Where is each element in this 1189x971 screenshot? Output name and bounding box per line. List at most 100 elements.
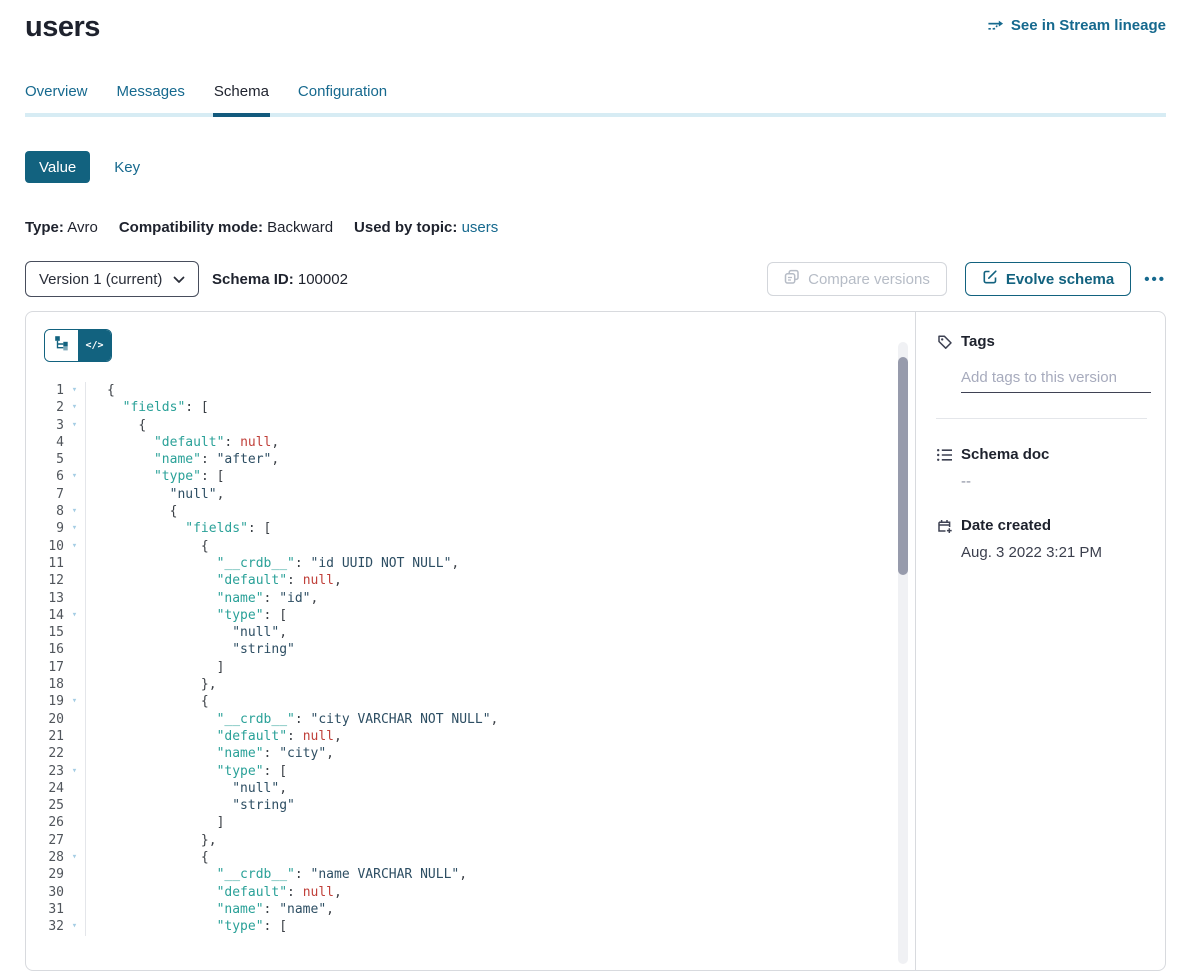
line-number: 12 [26,572,64,589]
line-number: 9 [26,520,64,537]
fold-toggle-icon[interactable]: ▾ [64,607,85,624]
code-text: "name": "city", [85,745,334,762]
fold-toggle-icon[interactable]: ▾ [64,520,85,537]
code-line: 26 ] [26,814,915,831]
code-line: 13 "name": "id", [26,590,915,607]
sidebar-divider [936,418,1147,419]
editor-scrollbar-thumb[interactable] [898,357,908,575]
line-number: 22 [26,745,64,762]
tab-messages[interactable]: Messages [117,83,185,113]
compare-versions-button[interactable]: Compare versions [767,262,947,296]
code-text: "__crdb__": "id UUID NOT NULL", [85,555,459,572]
code-line: 9▾ "fields": [ [26,520,915,537]
tab-schema[interactable]: Schema [214,83,269,113]
code-text: "fields": [ [85,520,271,537]
fold-toggle-icon[interactable]: ▾ [64,538,85,555]
version-actions: Compare versions Evolve schema ••• [767,262,1166,296]
fold-toggle-icon[interactable]: ▾ [64,918,85,935]
value-toggle-button[interactable]: Value [25,151,90,183]
line-number: 1 [26,382,64,399]
code-line: 6▾ "type": [ [26,468,915,485]
evolve-schema-button[interactable]: Evolve schema [965,262,1131,296]
code-view-button[interactable]: </> [78,330,111,361]
line-number: 6 [26,468,64,485]
compare-versions-label: Compare versions [808,271,930,288]
code-line: 7 "null", [26,486,915,503]
list-icon [936,447,953,463]
date-created-section: Date created Aug. 3 2022 3:21 PM [936,517,1147,561]
line-number: 17 [26,659,64,676]
tree-view-button[interactable] [45,330,78,361]
type-value: Avro [67,219,98,236]
fold-toggle-icon[interactable]: ▾ [64,503,85,520]
code-text: }, [85,832,217,849]
line-number: 4 [26,434,64,451]
compare-icon [784,269,800,289]
version-bar: Version 1 (current) Schema ID: 100002 Co… [25,261,1166,297]
schema-doc-heading: Schema doc [961,446,1049,463]
line-number: 13 [26,590,64,607]
more-actions-button[interactable]: ••• [1144,271,1166,288]
type-label: Type: [25,219,64,236]
code-text: "type": [ [85,607,287,624]
code-line: 22 "name": "city", [26,745,915,762]
code-line: 15 "null", [26,624,915,641]
code-editor-lines: 1▾{2▾ "fields": [3▾ {4 "default": null,5… [26,382,915,936]
schema-id-value: 100002 [298,271,348,288]
fold-toggle-icon[interactable]: ▾ [64,417,85,434]
code-text: "default": null, [85,728,342,745]
schema-doc-value: -- [961,473,1147,490]
editor-scrollbar-track[interactable] [898,342,908,964]
version-select[interactable]: Version 1 (current) [25,261,199,297]
schema-code-panel: </> 1▾{2▾ "fields": [3▾ {4 "default": nu… [26,312,915,970]
code-line: 30 "default": null, [26,884,915,901]
code-text: { [85,693,209,710]
code-text: "default": null, [85,572,342,589]
line-number: 3 [26,417,64,434]
key-toggle-button[interactable]: Key [114,151,140,183]
line-number: 27 [26,832,64,849]
fold-toggle-icon[interactable]: ▾ [64,468,85,485]
see-in-stream-lineage-link[interactable]: See in Stream lineage [987,17,1166,34]
tab-bar: Overview Messages Schema Configuration [25,83,1166,117]
compatibility-value: Backward [267,219,333,236]
tab-configuration[interactable]: Configuration [298,83,387,113]
fold-toggle-icon[interactable]: ▾ [64,763,85,780]
line-number: 23 [26,763,64,780]
date-created-value: Aug. 3 2022 3:21 PM [961,544,1147,561]
page-header: users See in Stream lineage [25,0,1166,44]
fold-toggle-icon[interactable]: ▾ [64,693,85,710]
schema-id: Schema ID: 100002 [212,271,348,288]
code-text: { [85,849,209,866]
line-number: 18 [26,676,64,693]
schema-doc-heading-row: Schema doc [936,446,1147,463]
schema-doc-section: Schema doc -- [936,446,1147,490]
code-line: 28▾ { [26,849,915,866]
add-tags-input[interactable] [961,369,1151,393]
stream-lineage-icon [987,19,1004,33]
line-number: 15 [26,624,64,641]
line-number: 11 [26,555,64,572]
code-line: 12 "default": null, [26,572,915,589]
line-number: 8 [26,503,64,520]
code-text: "name": "after", [85,451,279,468]
tab-overview[interactable]: Overview [25,83,88,113]
tags-heading-row: Tags [936,333,1147,350]
tags-heading: Tags [961,333,995,350]
line-number: 21 [26,728,64,745]
fold-toggle-icon[interactable]: ▾ [64,849,85,866]
fold-toggle-icon[interactable]: ▾ [64,399,85,416]
calendar-plus-icon [936,518,953,534]
code-line: 24 "null", [26,780,915,797]
code-line: 20 "__crdb__": "city VARCHAR NOT NULL", [26,711,915,728]
code-text: "__crdb__": "name VARCHAR NULL", [85,866,467,883]
code-line: 2▾ "fields": [ [26,399,915,416]
lineage-link-label: See in Stream lineage [1011,17,1166,34]
code-line: 16 "string" [26,641,915,658]
line-number: 7 [26,486,64,503]
topic-link[interactable]: users [462,219,499,236]
code-text: "type": [ [85,468,224,485]
line-number: 14 [26,607,64,624]
fold-toggle-icon[interactable]: ▾ [64,382,85,399]
schema-card: </> 1▾{2▾ "fields": [3▾ {4 "default": nu… [25,311,1166,971]
